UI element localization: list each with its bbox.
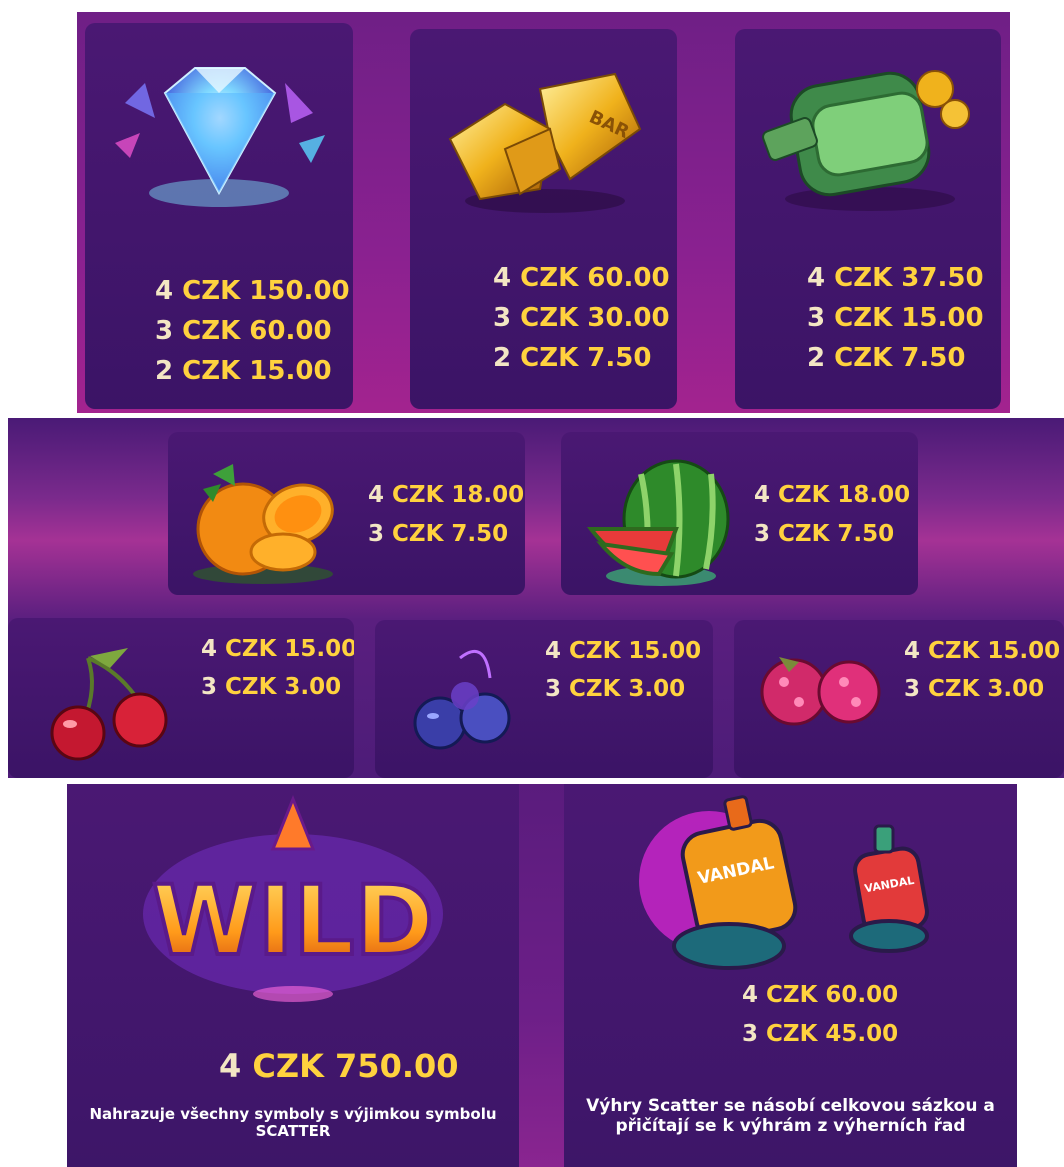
payout-line: 2 CZK 15.00 [155,356,332,386]
wild-logo-text: WILD [152,865,434,977]
spray-can-icon: VANDAL VANDAL [639,795,929,970]
paytable-card-gold-bar: BAR 4 CZK 60.00 3 CZK 30.00 2 CZK 7.50 [410,29,677,409]
payout-line: 3 CZK 45.00 [742,1021,899,1047]
payout-line: 4 CZK 15.00 [201,636,354,662]
fruit-symbols-panel: 4 CZK 18.00 3 CZK 7.50 4 CZK 18.00 3 CZK… [8,418,1064,778]
payout-line: 4 CZK 15.00 [545,638,702,664]
blueberry-icon [413,649,511,750]
payout-line: 4 CZK 60.00 [742,982,899,1008]
paytable-card-diamond: 4 CZK 150.00 3 CZK 60.00 2 CZK 15.00 [85,23,353,409]
money-bundle-icon [762,70,970,211]
payout-line: 4 CZK 37.50 [807,263,984,293]
wild-description: Nahrazuje všechny symboly s výjimkou sym… [89,1105,497,1141]
raspberry-icon [760,657,881,726]
payout-line: 3 CZK 7.50 [368,521,509,547]
diamond-icon [115,67,325,207]
payout-line: 4 CZK 15.00 [904,638,1061,664]
paytable-card-cherry: 4 CZK 15.00 3 CZK 3.00 [8,618,354,778]
orange-icon [193,464,334,584]
paytable-card-wild: WILD 4 CZK 750.00 Nahrazuje všechny symb… [67,784,519,1167]
payout-line: 3 CZK 15.00 [807,303,984,333]
gold-bar-icon: BAR [448,72,642,213]
watermelon-icon [586,459,730,586]
payout-line: 4 CZK 18.00 [368,482,525,508]
payout-line: 3 CZK 3.00 [904,676,1045,702]
premium-symbols-panel: 4 CZK 150.00 3 CZK 60.00 2 CZK 15.00 BAR… [77,12,1010,413]
special-symbols-panel: WILD 4 CZK 750.00 Nahrazuje všechny symb… [67,784,1017,1167]
payout-line: 3 CZK 3.00 [545,676,686,702]
paytable-card-watermelon: 4 CZK 18.00 3 CZK 7.50 [561,432,918,595]
scatter-description: Výhry Scatter se násobí celkovou sázkou … [586,1096,995,1136]
payout-line: 4 CZK 150.00 [155,276,350,306]
payout-line: 2 CZK 7.50 [807,343,966,373]
payout-line: 3 CZK 3.00 [201,674,342,700]
payout-line: 3 CZK 7.50 [754,521,895,547]
paytable-card-orange: 4 CZK 18.00 3 CZK 7.50 [168,432,525,595]
paytable-card-blueberry: 4 CZK 15.00 3 CZK 3.00 [375,620,713,778]
payout-line: 4 CZK 60.00 [493,263,670,293]
cherry-icon [50,648,168,761]
payout-line: 4 CZK 18.00 [754,482,911,508]
paytable-card-money: 4 CZK 37.50 3 CZK 15.00 2 CZK 7.50 [735,29,1001,409]
paytable-card-raspberry: 4 CZK 15.00 3 CZK 3.00 [734,620,1064,778]
payout-line: 4 CZK 750.00 [219,1047,459,1085]
paytable-card-scatter: VANDAL VANDAL 4 CZK 60.00 3 CZK 45.00 Vý… [564,784,1017,1167]
payout-line: 3 CZK 30.00 [493,303,670,333]
wild-icon: WILD [143,794,443,1002]
payout-line: 3 CZK 60.00 [155,316,332,346]
payout-line: 2 CZK 7.50 [493,343,652,373]
